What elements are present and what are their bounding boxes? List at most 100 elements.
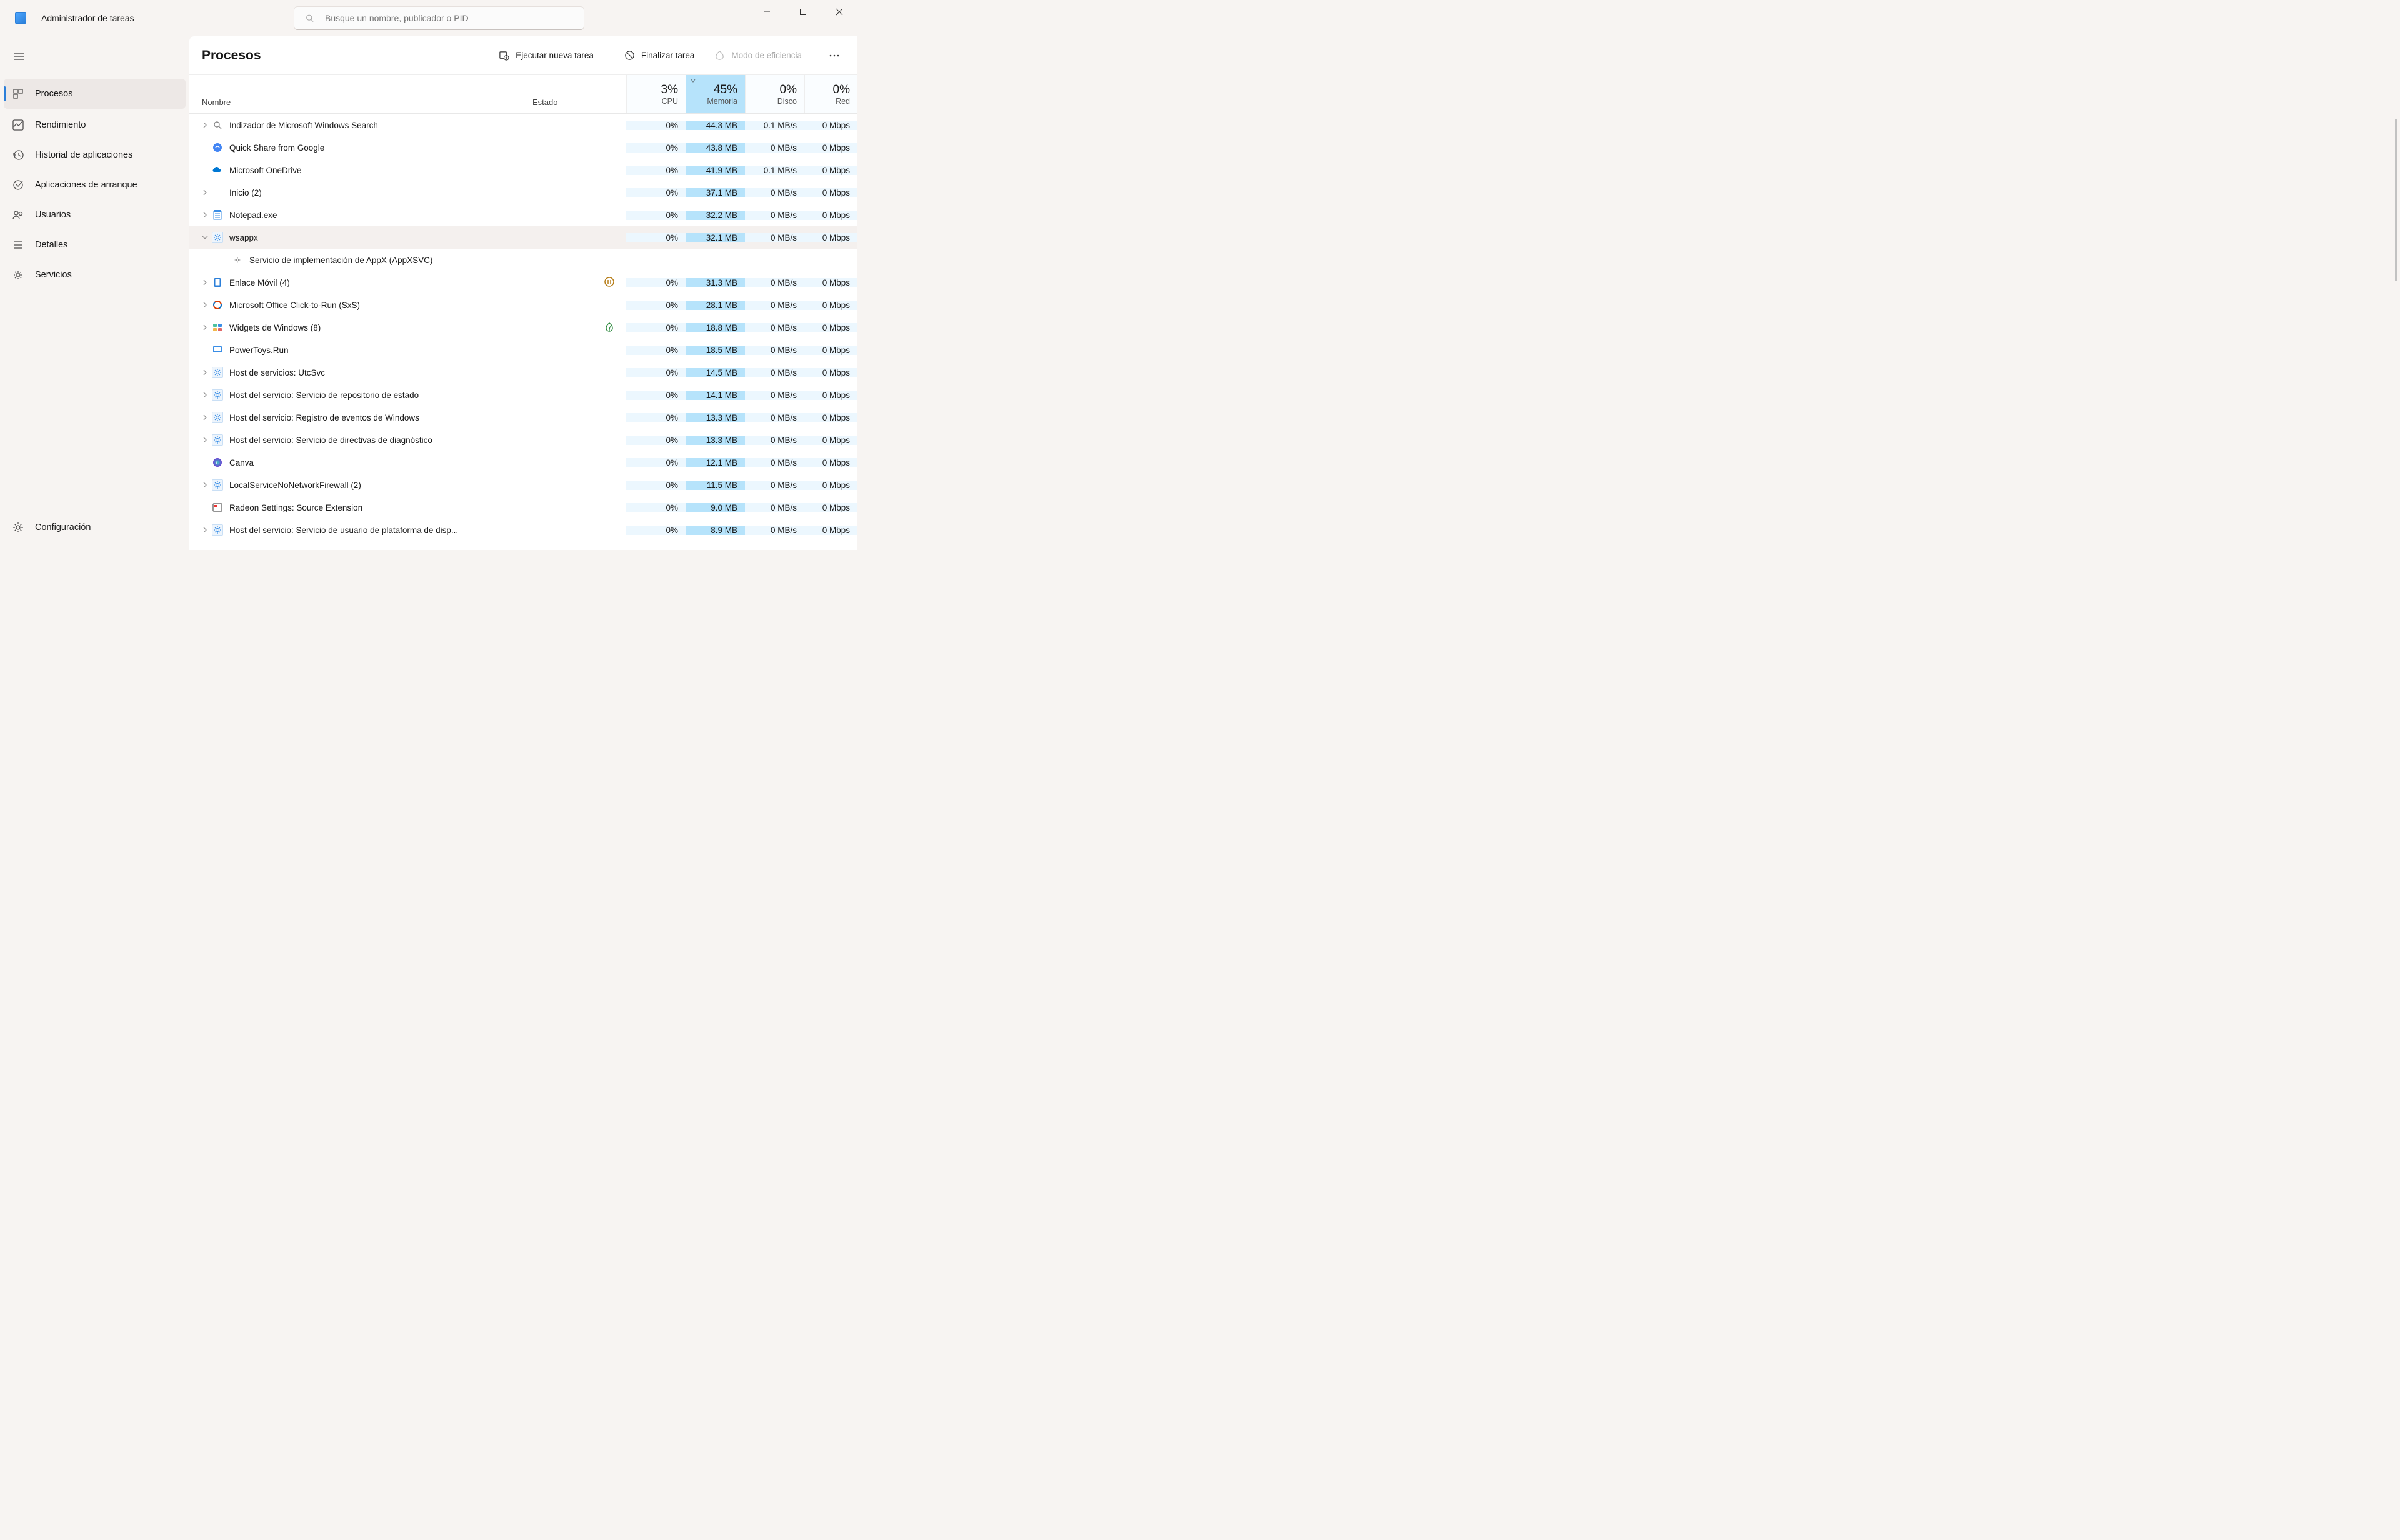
column-disk[interactable]: 0% Disco xyxy=(745,75,804,113)
notepad-icon xyxy=(212,209,223,221)
process-row[interactable]: wsappx0%32.1 MB0 MB/s0 Mbps xyxy=(189,226,858,249)
cell-memory: 37.1 MB xyxy=(686,188,745,198)
cell-name: Radeon Settings: Source Extension xyxy=(189,502,532,513)
cell-memory: 9.0 MB xyxy=(686,503,745,512)
cell-disk: 0 MB/s xyxy=(745,301,804,310)
nav-users[interactable]: Usuarios xyxy=(0,200,189,230)
column-name[interactable]: Nombre xyxy=(189,75,532,113)
column-cpu[interactable]: 3% CPU xyxy=(626,75,686,113)
process-row[interactable]: Inicio (2)0%37.1 MB0 MB/s0 Mbps xyxy=(189,181,858,204)
nav-performance[interactable]: Rendimiento xyxy=(0,110,189,140)
services-icon xyxy=(12,269,24,281)
cell-name: Host del servicio: Servicio de directiva… xyxy=(189,434,532,446)
process-rows: Indizador de Microsoft Windows Search0%4… xyxy=(189,114,858,550)
process-row[interactable]: Enlace Móvil (4)0%31.3 MB0 MB/s0 Mbps xyxy=(189,271,858,294)
expander[interactable] xyxy=(198,436,212,444)
efficiency-icon xyxy=(714,50,725,61)
cell-name: Host del servicio: Servicio de usuario d… xyxy=(189,524,532,536)
status-efficiency-icon xyxy=(604,321,615,334)
process-row[interactable]: Indizador de Microsoft Windows Search0%4… xyxy=(189,114,858,136)
cell-name: Inicio (2) xyxy=(189,187,532,198)
nav-startup[interactable]: Aplicaciones de arranque xyxy=(0,170,189,200)
hamburger-button[interactable] xyxy=(6,45,32,68)
cell-network: 0 Mbps xyxy=(804,436,858,445)
process-row[interactable]: PowerToys.Run0%18.5 MB0 MB/s0 Mbps xyxy=(189,339,858,361)
cell-network: 0 Mbps xyxy=(804,166,858,175)
nav-label: Aplicaciones de arranque xyxy=(35,180,138,190)
run-new-task-button[interactable]: Ejecutar nueva tarea xyxy=(490,44,602,68)
column-network[interactable]: 0% Red xyxy=(804,75,858,113)
end-task-button[interactable]: Finalizar tarea xyxy=(616,44,704,68)
cell-disk: 0 MB/s xyxy=(745,323,804,332)
process-row[interactable]: Host del servicio: Servicio de directiva… xyxy=(189,429,858,451)
process-row[interactable]: LocalServiceNoNetworkFirewall (2)0%11.5 … xyxy=(189,474,858,496)
expander[interactable] xyxy=(198,368,212,377)
expander[interactable] xyxy=(198,278,212,287)
expander[interactable] xyxy=(198,121,212,129)
gear-icon xyxy=(212,389,223,401)
expander[interactable] xyxy=(198,323,212,332)
process-name: Host del servicio: Servicio de usuario d… xyxy=(229,526,458,535)
expander[interactable] xyxy=(198,211,212,219)
cell-network: 0 Mbps xyxy=(804,391,858,400)
process-row[interactable]: CCanva0%12.1 MB0 MB/s0 Mbps xyxy=(189,451,858,474)
nav-details[interactable]: Detalles xyxy=(0,230,189,260)
process-row[interactable]: Microsoft Office Click-to-Run (SxS)0%28.… xyxy=(189,294,858,316)
process-name: wsappx xyxy=(229,233,258,242)
process-row[interactable]: Radeon Settings: Source Extension0%9.0 M… xyxy=(189,496,858,519)
cell-network: 0 Mbps xyxy=(804,323,858,332)
expander[interactable] xyxy=(198,188,212,197)
efficiency-mode-button[interactable]: Modo de eficiencia xyxy=(706,44,811,68)
maximize-button[interactable] xyxy=(785,0,821,24)
expander[interactable] xyxy=(198,391,212,399)
process-row[interactable]: Widgets de Windows (8)0%18.8 MB0 MB/s0 M… xyxy=(189,316,858,339)
gear-icon xyxy=(212,412,223,423)
nav-history[interactable]: Historial de aplicaciones xyxy=(0,140,189,170)
cell-name: Notepad.exe xyxy=(189,209,532,221)
cell-cpu: 0% xyxy=(626,526,686,535)
scrollbar-thumb[interactable] xyxy=(2395,119,2397,281)
process-row[interactable]: Host del servicio: Servicio de usuario d… xyxy=(189,519,858,541)
process-row[interactable]: Servicio de implementación de AppX (AppX… xyxy=(189,249,858,271)
process-row[interactable]: Microsoft OneDrive0%41.9 MB0.1 MB/s0 Mbp… xyxy=(189,159,858,181)
cell-disk: 0.1 MB/s xyxy=(745,166,804,175)
cell-network: 0 Mbps xyxy=(804,481,858,490)
cell-network: 0 Mbps xyxy=(804,143,858,152)
process-row[interactable]: Host del servicio: Servicio de repositor… xyxy=(189,384,858,406)
minimize-button[interactable] xyxy=(749,0,785,24)
gear-icon xyxy=(212,367,223,378)
search-box[interactable] xyxy=(294,6,584,30)
expander[interactable] xyxy=(198,413,212,422)
process-row[interactable]: Host del servicio: Registro de eventos d… xyxy=(189,406,858,429)
process-row[interactable]: Quick Share from Google0%43.8 MB0 MB/s0 … xyxy=(189,136,858,159)
table-header: Nombre Estado 3% CPU 45% Memoria 0% Disc… xyxy=(189,75,858,114)
search-input[interactable] xyxy=(325,13,572,23)
expander[interactable] xyxy=(198,526,212,534)
search-icon xyxy=(306,14,314,22)
expander[interactable] xyxy=(198,481,212,489)
nav-processes[interactable]: Procesos xyxy=(4,79,186,109)
nav-services[interactable]: Servicios xyxy=(0,260,189,290)
process-name: Servicio de implementación de AppX (AppX… xyxy=(249,256,432,265)
column-memory[interactable]: 45% Memoria xyxy=(686,75,745,113)
cell-disk: 0 MB/s xyxy=(745,413,804,422)
cell-name: Host del servicio: Servicio de repositor… xyxy=(189,389,532,401)
column-status[interactable]: Estado xyxy=(532,75,626,113)
nav-settings[interactable]: Configuración xyxy=(0,512,189,542)
expander[interactable] xyxy=(198,233,212,242)
more-button[interactable] xyxy=(824,54,845,57)
cell-memory: 32.1 MB xyxy=(686,233,745,242)
cell-network: 0 Mbps xyxy=(804,278,858,288)
process-row[interactable]: Host de servicios: UtcSvc0%14.5 MB0 MB/s… xyxy=(189,361,858,384)
cell-cpu: 0% xyxy=(626,233,686,242)
run-task-label: Ejecutar nueva tarea xyxy=(516,51,594,60)
process-row[interactable]: Notepad.exe0%32.2 MB0 MB/s0 Mbps xyxy=(189,204,858,226)
expander[interactable] xyxy=(198,301,212,309)
cell-cpu: 0% xyxy=(626,458,686,468)
cell-disk: 0 MB/s xyxy=(745,211,804,220)
close-button[interactable] xyxy=(821,0,858,24)
canva-icon: C xyxy=(212,457,223,468)
status-suspended-icon xyxy=(604,276,615,289)
cell-memory: 18.5 MB xyxy=(686,346,745,355)
cell-disk: 0 MB/s xyxy=(745,233,804,242)
